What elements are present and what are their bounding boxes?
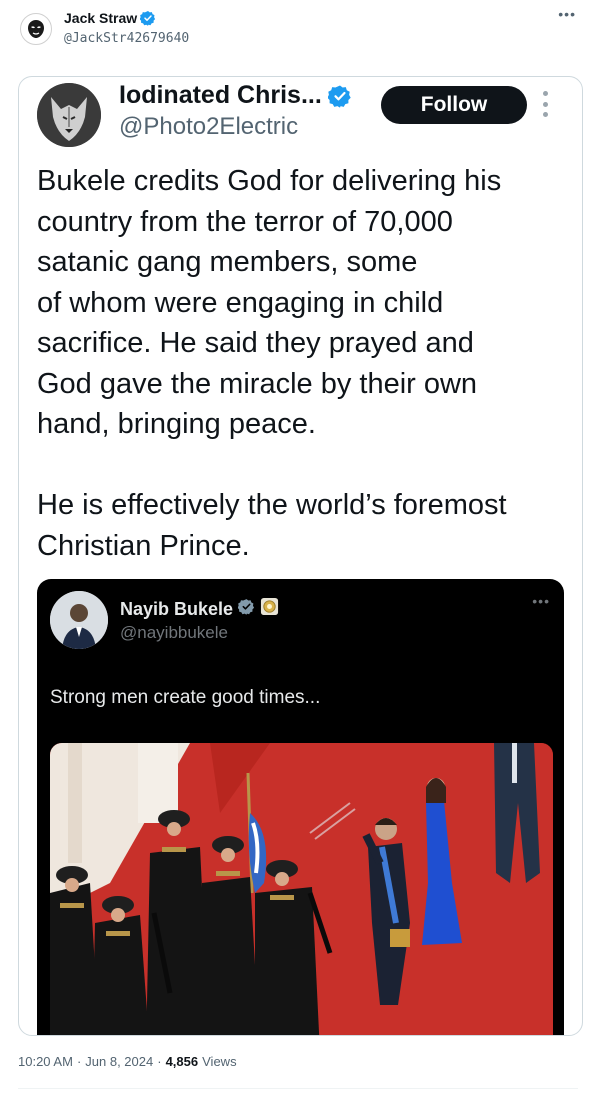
embedded-avatar[interactable]: [50, 591, 108, 649]
person-avatar-icon: [50, 591, 108, 649]
post-meta: 10:20 AM · Jun 8, 2024 · 4,856 Views: [18, 1054, 237, 1069]
follow-button[interactable]: Follow: [381, 86, 527, 124]
more-options-icon[interactable]: [543, 91, 551, 117]
meta-separator: ·: [76, 1054, 82, 1069]
author-name-text: Jack Straw: [64, 10, 138, 26]
avatar[interactable]: [20, 13, 52, 45]
verified-gray-badge-icon: [237, 598, 255, 620]
verified-badge-icon: [140, 10, 156, 26]
divider: [18, 1088, 578, 1089]
post-time[interactable]: 10:20 AM: [18, 1054, 73, 1069]
views-count: 4,856: [165, 1054, 199, 1069]
ceremony-photo-illustration: [50, 743, 553, 1035]
post-date[interactable]: Jun 8, 2024: [85, 1054, 153, 1069]
quoted-image-card[interactable]: Iodinated Chris... @Photo2Electric Follo…: [18, 76, 583, 1036]
verified-badge-icon: [327, 84, 352, 108]
meta-separator: ·: [157, 1054, 162, 1069]
embedded-post-text: Strong men create good times...: [50, 687, 321, 708]
embedded-author-name[interactable]: Nayib Bukele: [120, 597, 279, 621]
mask-avatar-icon: [28, 20, 44, 38]
post-header: Jack Straw @JackStr42679640 •••: [0, 0, 592, 60]
more-options-icon[interactable]: •••: [532, 593, 550, 609]
quoted-avatar[interactable]: [37, 83, 101, 147]
more-options-icon[interactable]: •••: [558, 6, 576, 22]
government-emblem-icon: [260, 597, 279, 621]
views-label: Views: [202, 1054, 237, 1069]
quoted-author-handle[interactable]: @Photo2Electric: [119, 113, 298, 141]
embedded-post-photo[interactable]: [50, 743, 553, 1035]
wolf-avatar-icon: [37, 83, 101, 147]
embedded-author-handle[interactable]: @nayibbukele: [120, 623, 228, 643]
author-handle[interactable]: @JackStr42679640: [64, 31, 189, 46]
embedded-author-name-text: Nayib Bukele: [120, 598, 234, 619]
author-name[interactable]: Jack Straw: [64, 10, 156, 26]
quoted-post-text: Bukele credits God for delivering his co…: [37, 165, 507, 562]
embedded-post[interactable]: Nayib Bukele @nayibbukele ••• Strong men…: [37, 579, 564, 1035]
quoted-author-name-text: Iodinated Chris...: [119, 81, 322, 109]
quoted-author-name[interactable]: Iodinated Chris...: [119, 81, 352, 110]
